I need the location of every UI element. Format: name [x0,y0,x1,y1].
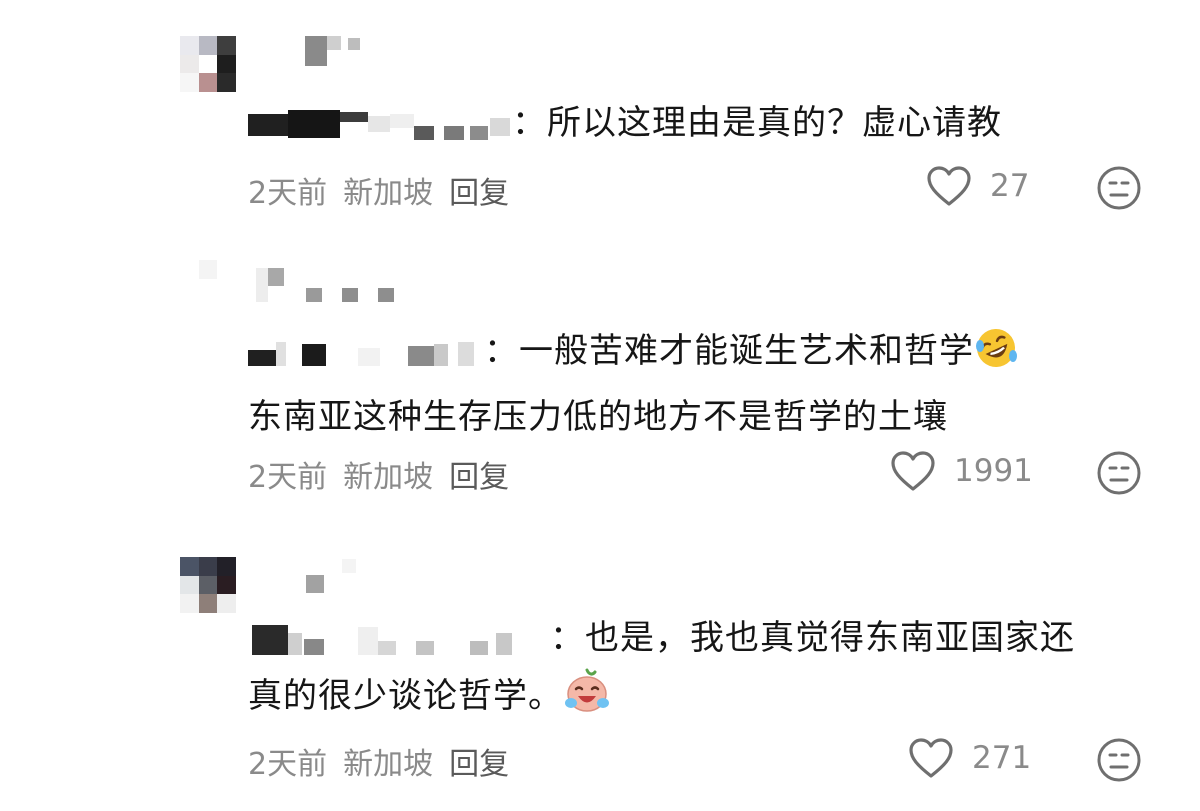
comment-body-line1: ：一般苦难才能诞生艺术和哲学 [484,331,974,371]
reply-button[interactable]: 回复 [449,168,509,212]
comment-text: ：所以这理由是真的？虚心请教 [248,94,1150,152]
neutral-face-icon[interactable] [1096,737,1142,783]
comment-body-line1: ：也是，我也真觉得东南亚国家还 [550,618,1075,658]
username[interactable] [250,268,400,302]
like-count: 1991 [954,453,1033,489]
heart-outline-icon [909,738,953,778]
like-button[interactable]: 1991 [890,450,1033,492]
crying-laughing-sticker-icon [565,668,609,712]
neutral-face-icon[interactable] [1096,450,1142,496]
avatar[interactable] [180,260,236,316]
like-button[interactable]: 271 [908,737,1031,779]
comment-body-line2: 东南亚这种生存压力低的地方不是哲学的土壤 [248,397,948,437]
rolling-laughing-emoji [974,326,1018,388]
avatar[interactable] [180,36,236,92]
comment-time: 2天前 [248,460,328,495]
comment-time: 2天前 [248,747,328,782]
comment-time: 2天前 [248,176,328,211]
username[interactable] [250,559,370,593]
heart-outline-icon [891,451,935,491]
neutral-face-icon[interactable] [1096,165,1142,211]
comment-meta: 2天前 新加坡 回复 [248,452,509,496]
reply-to-username[interactable] [248,328,484,368]
comment-meta: 2天前 新加坡 回复 [248,168,509,212]
comment-text: ：也是，我也真觉得东南亚国家还 真的很少谈论哲学。 [248,609,1150,733]
comment-location: 新加坡 [343,747,434,782]
heart-outline-icon [927,166,971,206]
avatar[interactable] [180,557,236,613]
comment-meta: 2天前 新加坡 回复 [248,739,509,783]
reply-button[interactable]: 回复 [449,739,509,783]
comment-item: ：也是，我也真觉得东南亚国家还 真的很少谈论哲学。 2天前 新加坡 回复 271 [0,545,1200,811]
reply-button[interactable]: 回复 [449,452,509,496]
reply-to-username[interactable] [248,615,550,655]
reply-to-username[interactable] [248,100,512,140]
comment-location: 新加坡 [343,176,434,211]
comment-item: ：所以这理由是真的？虚心请教 2天前 新加坡 回复 27 [0,0,1200,230]
like-count: 271 [972,740,1032,776]
comment-body: ：所以这理由是真的？虚心请教 [512,103,1002,143]
username[interactable] [250,36,370,66]
like-count: 27 [990,168,1030,204]
comment-item: ：一般苦难才能诞生艺术和哲学 东南亚这种生存压力低的地方不是哲学的土壤 2天前 … [0,250,1200,520]
comment-text: ：一般苦难才能诞生艺术和哲学 东南亚这种生存压力低的地方不是哲学的土壤 [248,322,1150,446]
comment-location: 新加坡 [343,460,434,495]
like-button[interactable]: 27 [926,165,1029,207]
crying-laughing-sticker [563,667,611,733]
rolling-on-floor-laughing-icon [976,329,1017,367]
comment-body-line2: 真的很少谈论哲学。 [248,676,563,716]
